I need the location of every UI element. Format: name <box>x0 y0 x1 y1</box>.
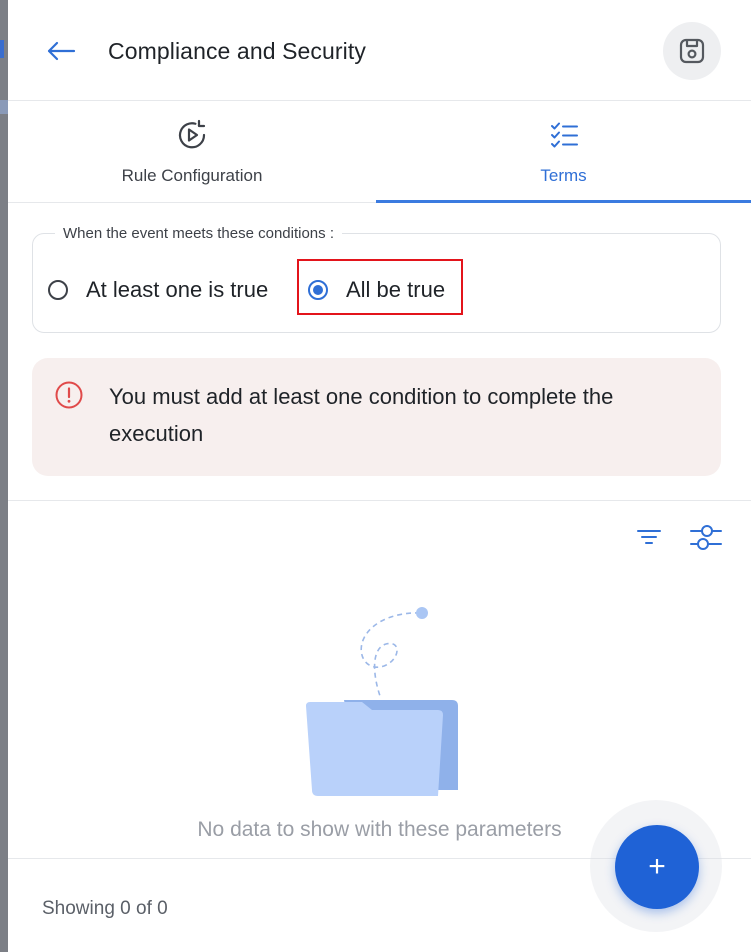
save-icon <box>679 38 705 64</box>
add-condition-button[interactable]: + <box>615 825 699 909</box>
tab-bar: Rule Configuration Terms <box>8 100 751 203</box>
sliders-icon <box>690 525 722 550</box>
alert-circle-icon <box>55 381 83 409</box>
settings-sliders-button[interactable] <box>686 518 726 556</box>
radio-at-least-one[interactable]: At least one is true <box>48 277 268 303</box>
radio-label: All be true <box>346 277 446 302</box>
tab-terms[interactable]: Terms <box>376 100 751 203</box>
tab-label: Terms <box>540 166 587 185</box>
background-mark <box>0 40 4 58</box>
tab-label: Rule Configuration <box>121 166 263 185</box>
rule-editor-panel: Compliance and Security Rule Configurati… <box>8 0 751 952</box>
radio-button[interactable] <box>48 280 68 300</box>
section-divider <box>8 500 751 501</box>
filter-button[interactable] <box>632 520 666 554</box>
save-button[interactable] <box>663 22 721 80</box>
panel-header: Compliance and Security <box>8 0 751 101</box>
checklist-icon <box>550 122 578 148</box>
filter-lines-icon <box>637 530 661 544</box>
arrow-left-icon <box>47 41 76 61</box>
radio-label: At least one is true <box>86 277 269 302</box>
condition-group-legend: When the event meets these conditions : <box>55 225 342 242</box>
alert-message: You must add at least one condition to c… <box>109 384 614 446</box>
play-refresh-icon <box>178 119 206 149</box>
radio-all-be-true[interactable]: All be true <box>308 277 445 303</box>
page-title: Compliance and Security <box>108 38 366 64</box>
warning-alert: You must add at least one condition to c… <box>32 358 721 476</box>
background-mark <box>0 100 8 114</box>
empty-folder-icon <box>306 607 458 796</box>
plus-icon: + <box>648 850 666 883</box>
pagination-count: Showing 0 of 0 <box>42 898 168 919</box>
back-button[interactable] <box>42 32 80 70</box>
condition-mode-group: When the event meets these conditions : … <box>32 225 721 333</box>
background-app-strip <box>0 0 8 952</box>
tab-rule-configuration[interactable]: Rule Configuration <box>8 100 376 202</box>
active-tab-indicator <box>376 200 751 203</box>
radio-button-selected[interactable] <box>308 280 328 300</box>
